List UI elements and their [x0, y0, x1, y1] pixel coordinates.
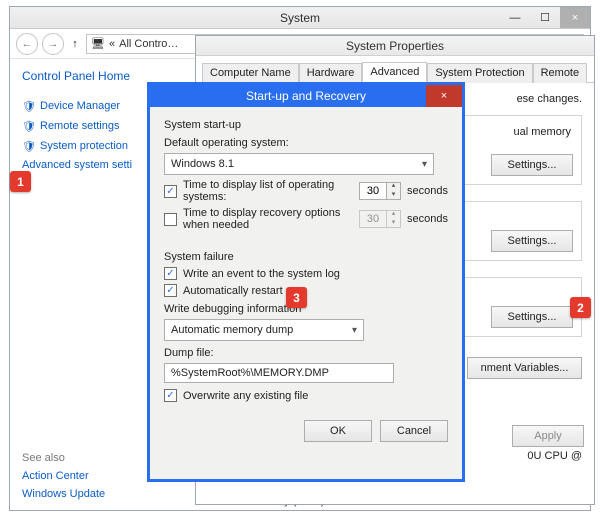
auto-restart-label: Automatically restart: [183, 285, 283, 297]
shield-icon: 🛡: [22, 99, 36, 113]
time-list-spinner[interactable]: ▴▾: [359, 182, 401, 200]
tab-hardware[interactable]: Hardware: [299, 63, 363, 83]
system-titlebar: System — ☐ ×: [10, 7, 590, 29]
tab-advanced[interactable]: Advanced: [362, 62, 427, 82]
auto-restart-checkbox[interactable]: ✓: [164, 284, 177, 297]
time-recovery-label: Time to display recovery options when ne…: [183, 207, 353, 231]
tab-system-protection[interactable]: System Protection: [427, 63, 532, 83]
debug-info-select[interactable]: Automatic memory dump ▾: [164, 319, 364, 341]
overwrite-checkbox[interactable]: ✓: [164, 389, 177, 402]
apply-button[interactable]: Apply: [512, 425, 584, 447]
startup-recovery-title: Start-up and Recovery: [246, 89, 366, 103]
startup-recovery-body: System start-up Default operating system…: [150, 107, 462, 412]
forward-icon: →: [48, 38, 59, 50]
write-event-checkbox[interactable]: ✓: [164, 267, 177, 280]
startup-recovery-button-row: OK Cancel: [150, 412, 462, 450]
shield-icon: 🛡: [22, 119, 36, 133]
system-failure-section-title: System failure: [164, 251, 448, 263]
maximize-button[interactable]: ☐: [530, 7, 560, 28]
overwrite-label: Overwrite any existing file: [183, 390, 308, 402]
spinner-up-icon[interactable]: ▴: [387, 210, 400, 219]
chevron-down-icon: ▾: [352, 325, 357, 336]
badge-1: 1: [10, 171, 31, 192]
check-icon: ✓: [166, 186, 174, 197]
back-button[interactable]: ←: [16, 33, 38, 55]
close-icon: ×: [572, 12, 578, 24]
debug-info-value: Automatic memory dump: [171, 324, 293, 336]
check-icon: ✓: [166, 268, 174, 279]
sidebar-item-label: Windows Update: [22, 488, 105, 500]
sidebar-item-label: Advanced system setti: [22, 159, 132, 171]
cpu-tail: 0U CPU @: [527, 450, 582, 462]
sidebar-item-label: Device Manager: [40, 100, 120, 112]
check-icon: ✓: [166, 390, 174, 401]
properties-tabs: Computer Name Hardware Advanced System P…: [196, 56, 594, 83]
overwrite-row: ✓ Overwrite any existing file: [164, 389, 448, 402]
close-icon: ×: [441, 90, 447, 102]
time-recovery-value[interactable]: [360, 211, 386, 227]
dump-file-label: Dump file:: [164, 347, 448, 359]
close-button[interactable]: ×: [560, 7, 590, 28]
write-event-row: ✓ Write an event to the system log: [164, 267, 448, 280]
ok-button[interactable]: OK: [304, 420, 372, 442]
back-icon: ←: [22, 38, 33, 50]
spinner-up-icon[interactable]: ▴: [387, 182, 400, 191]
properties-title: System Properties: [346, 39, 444, 53]
computer-icon: 🖥: [91, 37, 105, 51]
badge-2: 2: [570, 297, 591, 318]
sidebar-item-windows-update[interactable]: Windows Update: [22, 488, 168, 500]
system-startup-section-title: System start-up: [164, 119, 448, 131]
spinner-down-icon[interactable]: ▾: [387, 191, 400, 200]
properties-titlebar: System Properties: [196, 36, 594, 56]
cancel-button[interactable]: Cancel: [380, 420, 448, 442]
shield-icon: 🛡: [22, 139, 36, 153]
sidebar-item-label: Action Center: [22, 470, 89, 482]
environment-variables-button[interactable]: nment Variables...: [467, 357, 582, 379]
forward-button[interactable]: →: [42, 33, 64, 55]
maximize-icon: ☐: [540, 11, 550, 24]
performance-settings-button[interactable]: Settings...: [491, 154, 573, 176]
time-list-checkbox[interactable]: ✓: [164, 185, 177, 198]
time-recovery-spinner[interactable]: ▴▾: [359, 210, 401, 228]
badge-3: 3: [286, 287, 307, 308]
time-list-unit: seconds: [407, 185, 448, 197]
system-title: System: [280, 11, 320, 25]
sidebar-item-label: Remote settings: [40, 120, 119, 132]
default-os-label: Default operating system:: [164, 137, 448, 149]
default-os-select[interactable]: Windows 8.1 ▾: [164, 153, 434, 175]
time-list-row: ✓ Time to display list of operating syst…: [164, 179, 448, 203]
default-os-value: Windows 8.1: [171, 158, 234, 170]
user-profiles-settings-button[interactable]: Settings...: [491, 230, 573, 252]
check-icon: ✓: [166, 285, 174, 296]
startup-recovery-titlebar: Start-up and Recovery ×: [150, 85, 462, 107]
time-list-label: Time to display list of operating system…: [183, 179, 353, 203]
control-panel-home[interactable]: Control Panel Home: [22, 69, 168, 83]
time-list-value[interactable]: [360, 183, 386, 199]
dump-file-value: %SystemRoot%\MEMORY.DMP: [171, 367, 329, 379]
startup-recovery-close-button[interactable]: ×: [426, 85, 462, 107]
up-icon[interactable]: ↑: [68, 37, 82, 51]
startup-recovery-settings-button[interactable]: Settings...: [491, 306, 573, 328]
tab-remote[interactable]: Remote: [533, 63, 588, 83]
tab-computer-name[interactable]: Computer Name: [202, 63, 299, 83]
breadcrumb-prefix: «: [109, 38, 115, 50]
time-recovery-row: Time to display recovery options when ne…: [164, 207, 448, 231]
write-event-label: Write an event to the system log: [183, 268, 340, 280]
minimize-button[interactable]: —: [500, 7, 530, 28]
startup-recovery-dialog: Start-up and Recovery × System start-up …: [147, 82, 465, 482]
time-recovery-unit: seconds: [407, 213, 448, 225]
sidebar-item-label: System protection: [40, 140, 128, 152]
minimize-icon: —: [510, 12, 521, 24]
dump-file-input[interactable]: %SystemRoot%\MEMORY.DMP: [164, 363, 394, 383]
breadcrumb-text: All Contro…: [119, 38, 178, 50]
time-recovery-checkbox[interactable]: [164, 213, 177, 226]
chevron-down-icon: ▾: [422, 159, 427, 170]
spinner-down-icon[interactable]: ▾: [387, 219, 400, 228]
